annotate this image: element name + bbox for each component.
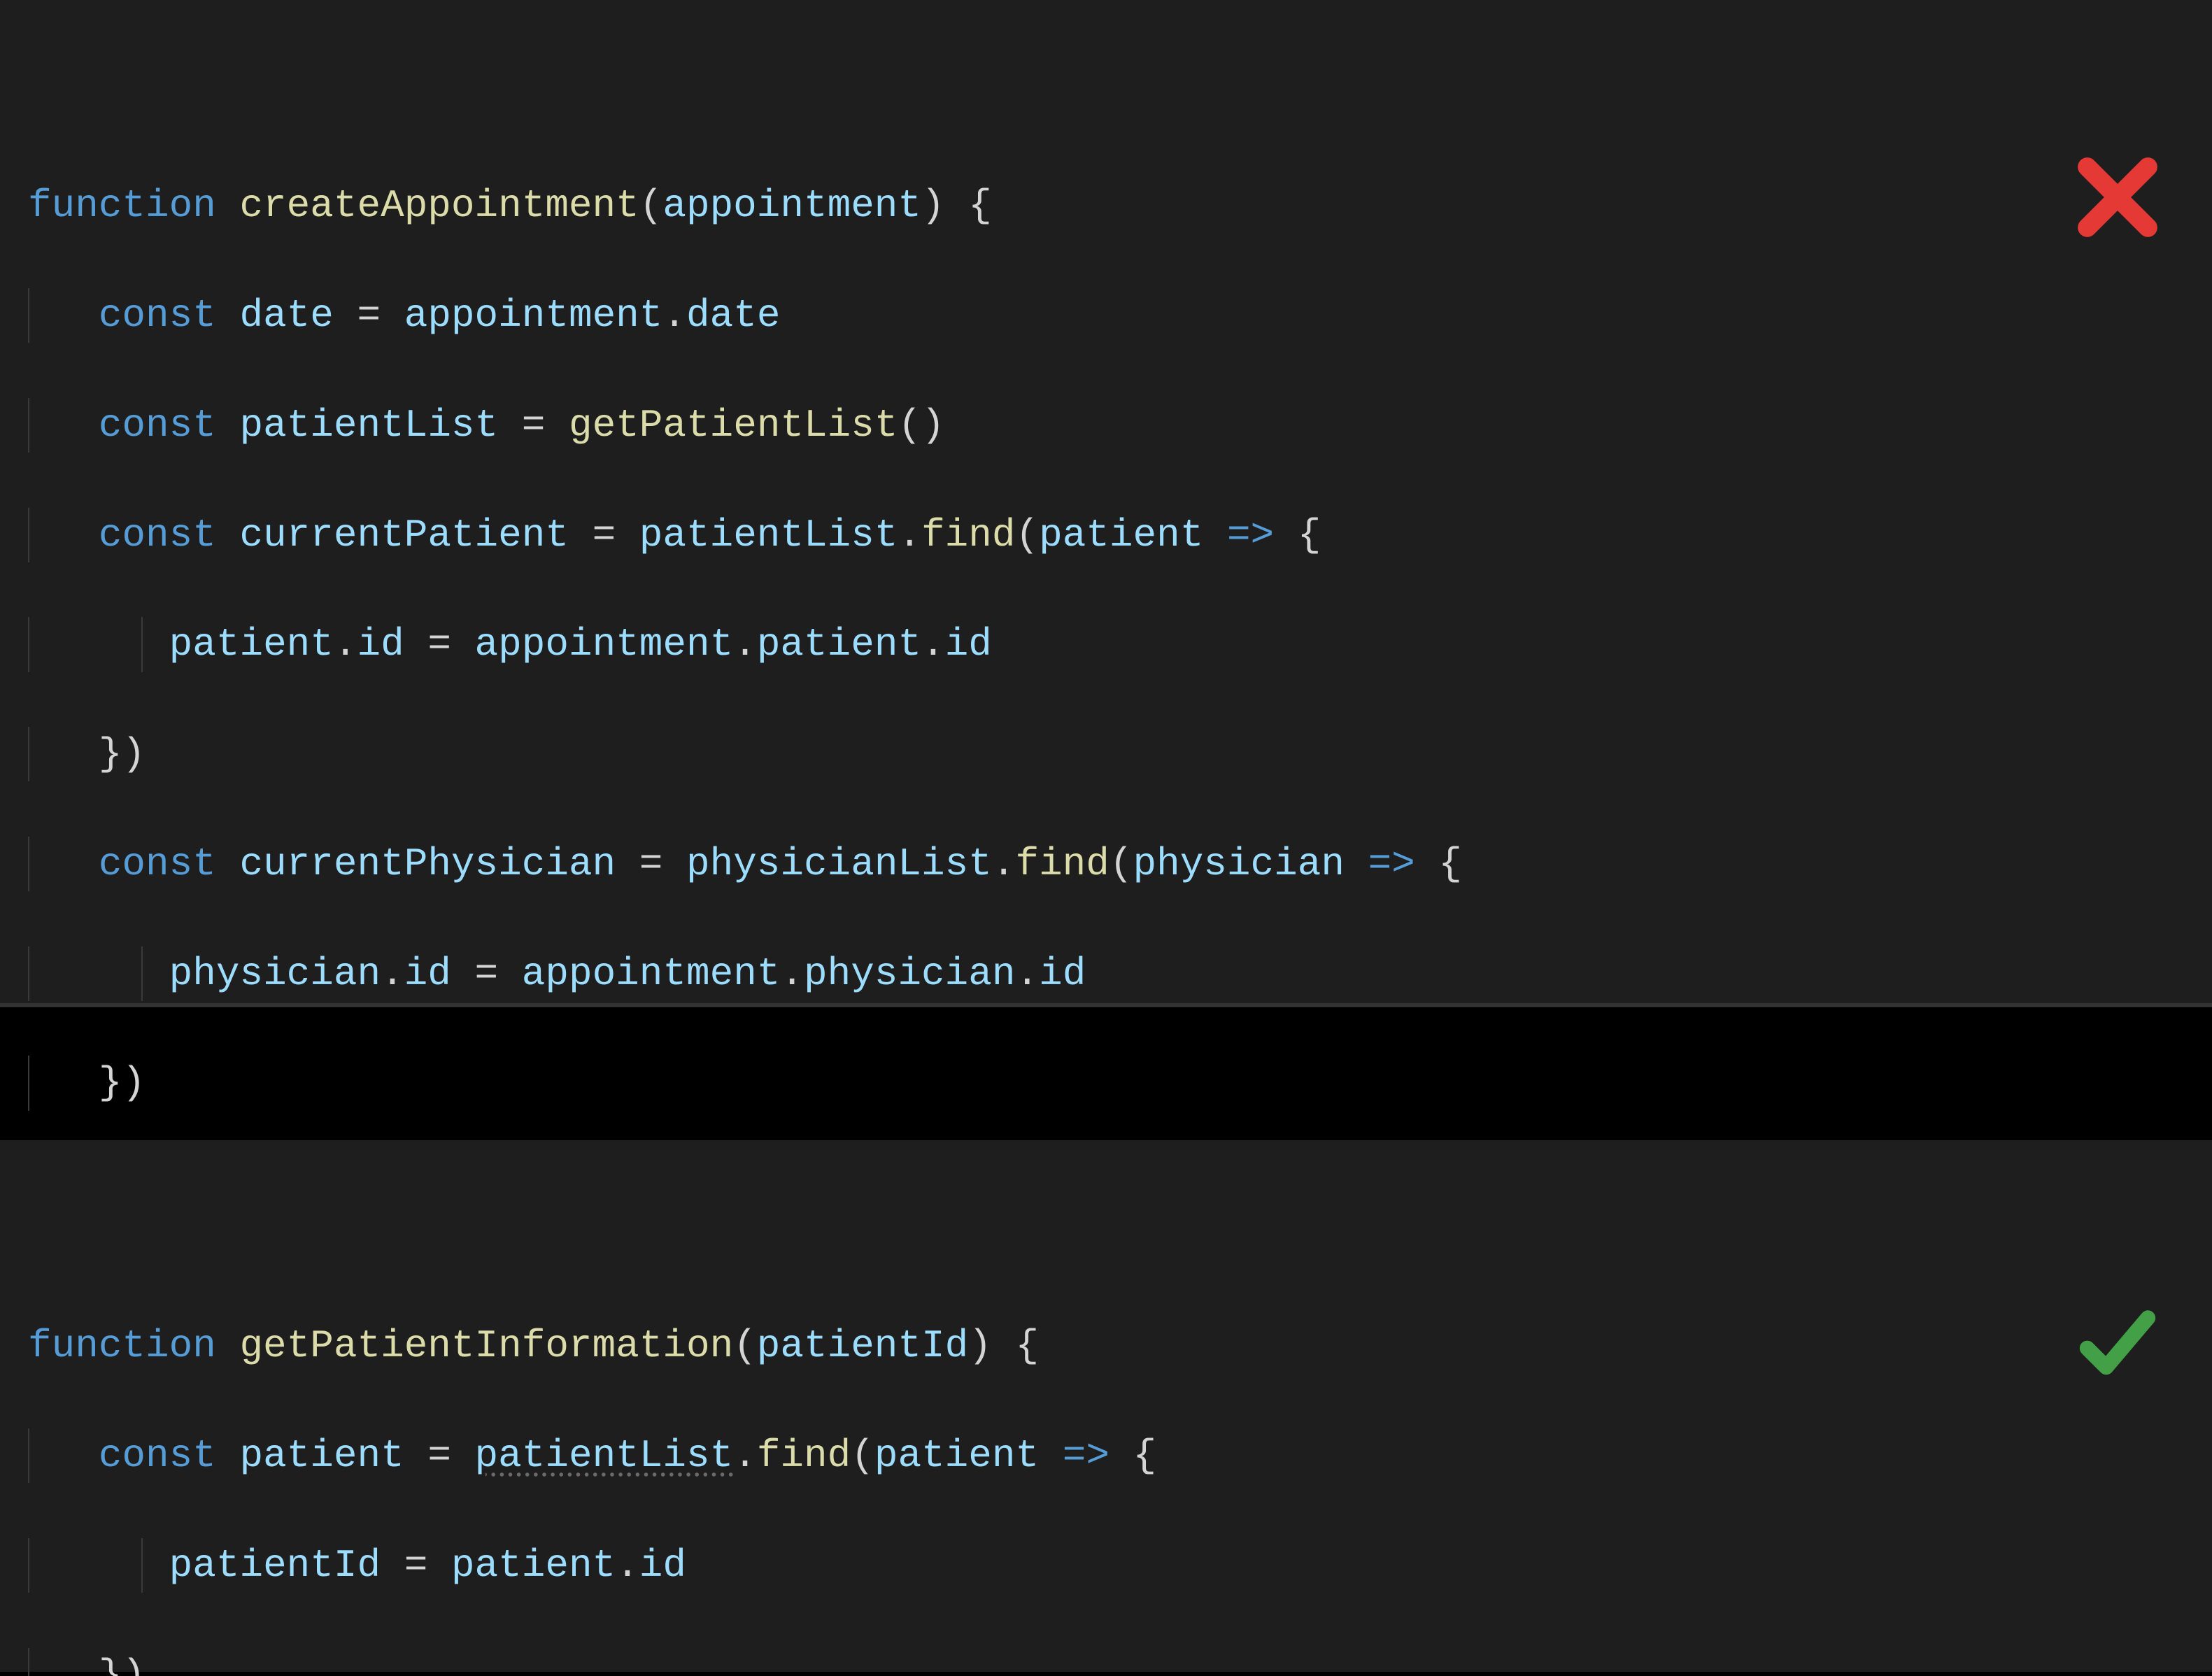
code-line: patientId = patient.id (28, 1538, 2184, 1593)
code-line: }) (28, 1056, 2184, 1110)
code-line: function getPatientInformation(patientId… (28, 1319, 2184, 1373)
check-icon (2072, 1189, 2163, 1280)
code-line: patient.id = appointment.patient.id (28, 617, 2184, 672)
cross-icon (2072, 42, 2163, 133)
code-line: function createAppointment(appointment) … (28, 178, 2184, 233)
code-line: }) (28, 727, 2184, 781)
code-line: const patientList = getPatientList() (28, 398, 2184, 453)
code-line: const currentPhysician = physicianList.f… (28, 837, 2184, 891)
code-line: physician.id = appointment.physician.id (28, 946, 2184, 1001)
code-line: const patient = patientList.find(patient… (28, 1428, 2184, 1483)
code-line: }) (28, 1648, 2184, 1676)
code-panel-good: function getPatientInformation(patientId… (0, 1140, 2212, 1672)
code-line: const currentPatient = patientList.find(… (28, 508, 2184, 562)
code-line: const date = appointment.date (28, 288, 2184, 343)
code-panel-bad: function createAppointment(appointment) … (0, 0, 2212, 1007)
